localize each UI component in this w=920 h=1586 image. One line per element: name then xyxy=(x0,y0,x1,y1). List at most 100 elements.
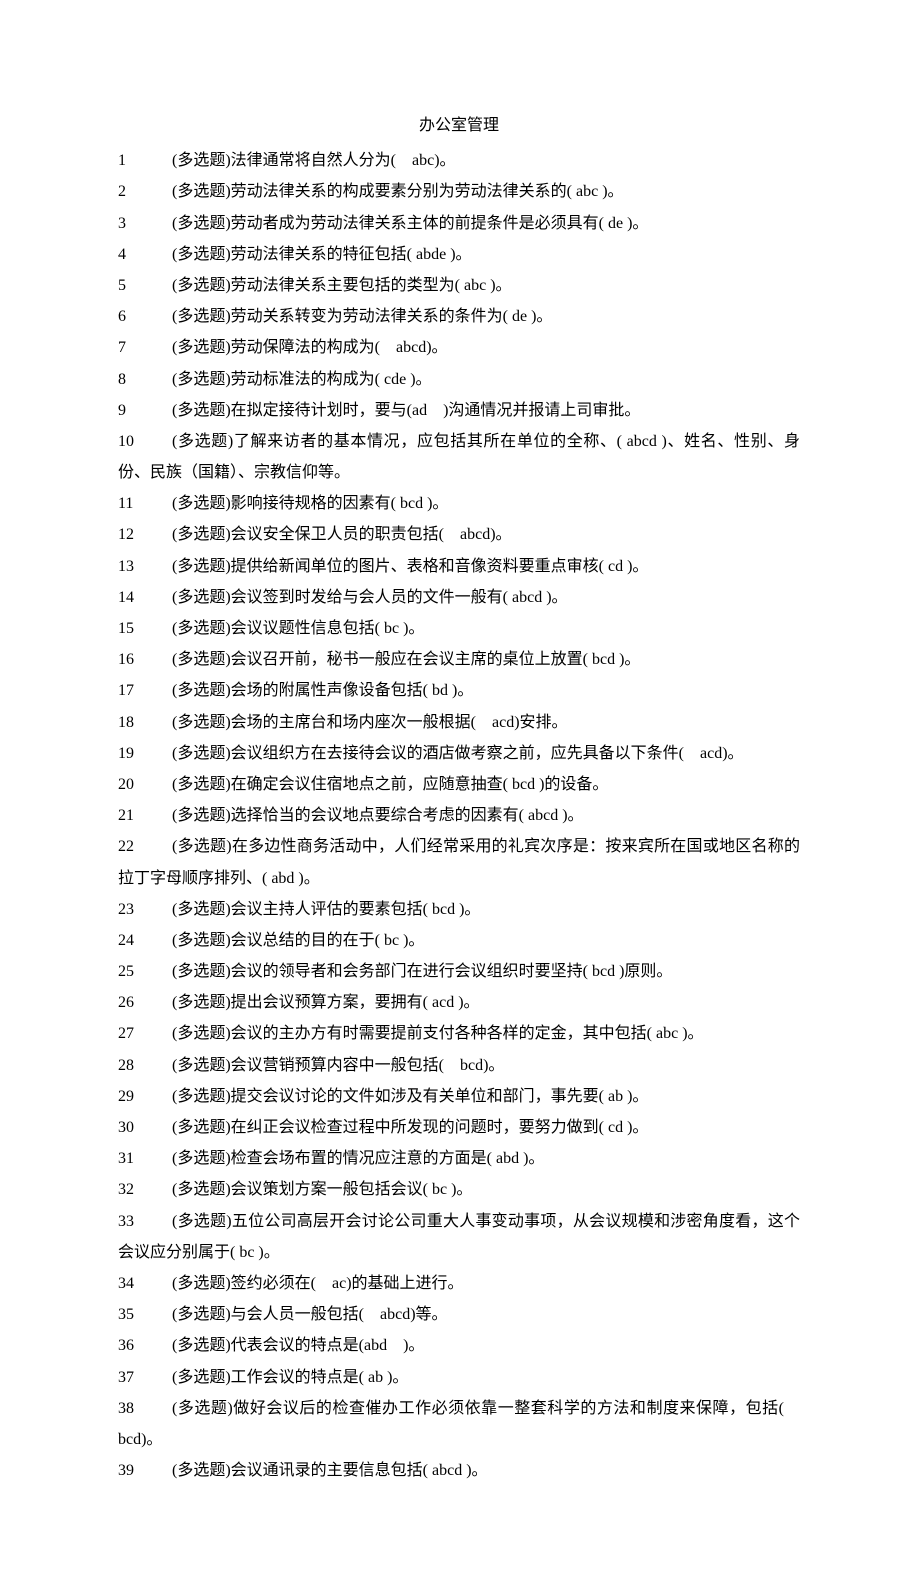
item-number: 14 xyxy=(118,582,172,613)
item-text: (多选题)会议总结的目的在于( bc )。 xyxy=(172,932,424,949)
item-text: (多选题)劳动法律关系的特征包括( abde )。 xyxy=(172,246,472,263)
item-text: (多选题)劳动法律关系的构成要素分别为劳动法律关系的( abc )。 xyxy=(172,183,624,200)
item-number: 6 xyxy=(118,301,172,332)
list-item: 6(多选题)劳动关系转变为劳动法律关系的条件为( de )。 xyxy=(118,301,800,332)
item-text: (多选题)做好会议后的检查催办工作必须依靠一整套科学的方法和制度来保障，包括( … xyxy=(118,1400,800,1448)
list-item: 13(多选题)提供给新闻单位的图片、表格和音像资料要重点审核( cd )。 xyxy=(118,551,800,582)
list-item: 27(多选题)会议的主办方有时需要提前支付各种各样的定金，其中包括( abc )… xyxy=(118,1018,800,1049)
item-number: 11 xyxy=(118,488,172,519)
item-number: 16 xyxy=(118,644,172,675)
item-text: (多选题)了解来访者的基本情况，应包括其所在单位的全称、( abcd )、姓名、… xyxy=(118,433,800,481)
item-text: (多选题)会议策划方案一般包括会议( bc )。 xyxy=(172,1181,472,1198)
item-number: 26 xyxy=(118,987,172,1018)
item-number: 1 xyxy=(118,145,172,176)
item-text: (多选题)选择恰当的会议地点要综合考虑的因素有( abcd )。 xyxy=(172,807,584,824)
item-text: (多选题)在拟定接待计划时，要与(ad )沟通情况并报请上司审批。 xyxy=(172,402,640,419)
item-text: (多选题)会议安全保卫人员的职责包括( abcd)。 xyxy=(172,526,512,543)
item-number: 25 xyxy=(118,956,172,987)
item-text: (多选题)检查会场布置的情况应注意的方面是( abd )。 xyxy=(172,1150,544,1167)
item-number: 33 xyxy=(118,1206,172,1237)
list-item: 26(多选题)提出会议预算方案，要拥有( acd )。 xyxy=(118,987,800,1018)
item-number: 23 xyxy=(118,894,172,925)
item-text: (多选题)影响接待规格的因素有( bcd )。 xyxy=(172,495,448,512)
list-item: 16(多选题)会议召开前，秘书一般应在会议主席的桌位上放置( bcd )。 xyxy=(118,644,800,675)
item-number: 13 xyxy=(118,551,172,582)
list-item: 5(多选题)劳动法律关系主要包括的类型为( abc )。 xyxy=(118,270,800,301)
list-item: 22(多选题)在多边性商务活动中，人们经常采用的礼宾次序是：按来宾所在国或地区名… xyxy=(118,831,800,893)
list-item: 37(多选题)工作会议的特点是( ab )。 xyxy=(118,1362,800,1393)
list-item: 25(多选题)会议的领导者和会务部门在进行会议组织时要坚持( bcd )原则。 xyxy=(118,956,800,987)
list-item: 20(多选题)在确定会议住宿地点之前，应随意抽查( bcd )的设备。 xyxy=(118,769,800,800)
item-text: (多选题)工作会议的特点是( ab )。 xyxy=(172,1369,408,1386)
item-text: (多选题)劳动关系转变为劳动法律关系的条件为( de )。 xyxy=(172,308,552,325)
list-item: 30(多选题)在纠正会议检查过程中所发现的问题时，要努力做到( cd )。 xyxy=(118,1112,800,1143)
item-number: 3 xyxy=(118,208,172,239)
list-item: 35(多选题)与会人员一般包括( abcd)等。 xyxy=(118,1299,800,1330)
item-text: (多选题)会议组织方在去接待会议的酒店做考察之前，应先具备以下条件( acd)。 xyxy=(172,745,744,762)
list-item: 28(多选题)会议营销预算内容中一般包括( bcd)。 xyxy=(118,1050,800,1081)
list-item: 2(多选题)劳动法律关系的构成要素分别为劳动法律关系的( abc )。 xyxy=(118,176,800,207)
list-item: 23(多选题)会议主持人评估的要素包括( bcd )。 xyxy=(118,894,800,925)
item-text: (多选题)会议的领导者和会务部门在进行会议组织时要坚持( bcd )原则。 xyxy=(172,963,672,980)
item-number: 29 xyxy=(118,1081,172,1112)
item-number: 5 xyxy=(118,270,172,301)
item-text: (多选题)会议议题性信息包括( bc )。 xyxy=(172,620,424,637)
list-item: 19(多选题)会议组织方在去接待会议的酒店做考察之前，应先具备以下条件( acd… xyxy=(118,738,800,769)
list-item: 32(多选题)会议策划方案一般包括会议( bc )。 xyxy=(118,1174,800,1205)
item-text: (多选题)提出会议预算方案，要拥有( acd )。 xyxy=(172,994,480,1011)
item-number: 8 xyxy=(118,364,172,395)
item-number: 9 xyxy=(118,395,172,426)
item-number: 39 xyxy=(118,1455,172,1486)
list-item: 10(多选题)了解来访者的基本情况，应包括其所在单位的全称、( abcd )、姓… xyxy=(118,426,800,488)
item-number: 38 xyxy=(118,1393,172,1424)
item-text: (多选题)会议营销预算内容中一般包括( bcd)。 xyxy=(172,1057,504,1074)
item-text: (多选题)会议召开前，秘书一般应在会议主席的桌位上放置( bcd )。 xyxy=(172,651,640,668)
item-text: (多选题)提供给新闻单位的图片、表格和音像资料要重点审核( cd )。 xyxy=(172,558,648,575)
item-number: 22 xyxy=(118,831,172,862)
list-item: 8(多选题)劳动标准法的构成为( cde )。 xyxy=(118,364,800,395)
item-number: 31 xyxy=(118,1143,172,1174)
item-number: 36 xyxy=(118,1330,172,1361)
item-number: 10 xyxy=(118,426,172,457)
item-text: (多选题)法律通常将自然人分为( abc)。 xyxy=(172,152,456,169)
item-text: (多选题)签约必须在( ac)的基础上进行。 xyxy=(172,1275,464,1292)
item-number: 15 xyxy=(118,613,172,644)
item-text: (多选题)五位公司高层开会讨论公司重大人事变动事项，从会议规模和涉密角度看，这个… xyxy=(118,1213,800,1261)
list-item: 4(多选题)劳动法律关系的特征包括( abde )。 xyxy=(118,239,800,270)
item-number: 28 xyxy=(118,1050,172,1081)
item-text: (多选题)劳动者成为劳动法律关系主体的前提条件是必须具有( de )。 xyxy=(172,215,648,232)
item-text: (多选题)劳动标准法的构成为( cde )。 xyxy=(172,371,432,388)
list-item: 1(多选题)法律通常将自然人分为( abc)。 xyxy=(118,145,800,176)
item-number: 24 xyxy=(118,925,172,956)
item-text: (多选题)劳动保障法的构成为( abcd)。 xyxy=(172,339,448,356)
list-item: 9(多选题)在拟定接待计划时，要与(ad )沟通情况并报请上司审批。 xyxy=(118,395,800,426)
item-text: (多选题)劳动法律关系主要包括的类型为( abc )。 xyxy=(172,277,512,294)
item-number: 4 xyxy=(118,239,172,270)
item-number: 18 xyxy=(118,707,172,738)
item-number: 21 xyxy=(118,800,172,831)
item-text: (多选题)在多边性商务活动中，人们经常采用的礼宾次序是：按来宾所在国或地区名称的… xyxy=(118,838,800,886)
list-item: 33(多选题)五位公司高层开会讨论公司重大人事变动事项，从会议规模和涉密角度看，… xyxy=(118,1206,800,1268)
item-text: (多选题)会场的主席台和场内座次一般根据( acd)安排。 xyxy=(172,714,568,731)
item-number: 34 xyxy=(118,1268,172,1299)
item-text: (多选题)会议通讯录的主要信息包括( abcd )。 xyxy=(172,1462,488,1479)
item-number: 7 xyxy=(118,332,172,363)
question-list: 1(多选题)法律通常将自然人分为( abc)。2(多选题)劳动法律关系的构成要素… xyxy=(118,145,800,1486)
list-item: 21(多选题)选择恰当的会议地点要综合考虑的因素有( abcd )。 xyxy=(118,800,800,831)
page-title: 办公室管理 xyxy=(118,110,800,141)
item-number: 12 xyxy=(118,519,172,550)
item-number: 17 xyxy=(118,675,172,706)
item-number: 30 xyxy=(118,1112,172,1143)
item-text: (多选题)代表会议的特点是(abd )。 xyxy=(172,1337,424,1354)
list-item: 24(多选题)会议总结的目的在于( bc )。 xyxy=(118,925,800,956)
item-text: (多选题)在确定会议住宿地点之前，应随意抽查( bcd )的设备。 xyxy=(172,776,608,793)
item-text: (多选题)会议主持人评估的要素包括( bcd )。 xyxy=(172,901,480,918)
item-number: 19 xyxy=(118,738,172,769)
item-number: 32 xyxy=(118,1174,172,1205)
item-text: (多选题)提交会议讨论的文件如涉及有关单位和部门，事先要( ab )。 xyxy=(172,1088,648,1105)
item-text: (多选题)与会人员一般包括( abcd)等。 xyxy=(172,1306,448,1323)
item-number: 2 xyxy=(118,176,172,207)
list-item: 3(多选题)劳动者成为劳动法律关系主体的前提条件是必须具有( de )。 xyxy=(118,208,800,239)
list-item: 34(多选题)签约必须在( ac)的基础上进行。 xyxy=(118,1268,800,1299)
item-text: (多选题)会议的主办方有时需要提前支付各种各样的定金，其中包括( abc )。 xyxy=(172,1025,704,1042)
